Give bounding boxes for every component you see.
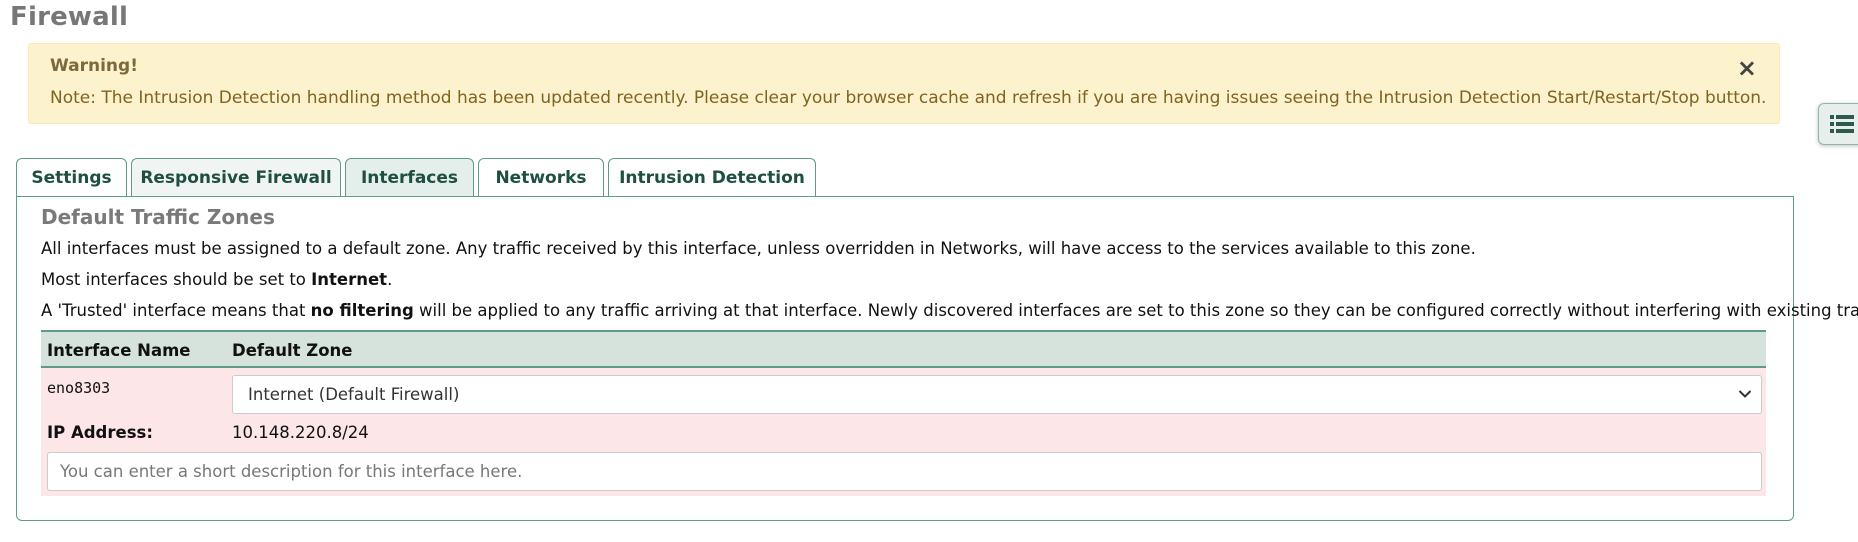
alert-message: Note: The Intrusion Detection handling m…: [50, 88, 1767, 108]
ip-address-label: IP Address:: [47, 423, 153, 442]
trusted-hint: A 'Trusted' interface means that no filt…: [41, 301, 1858, 320]
interface-name: eno8303: [47, 379, 111, 397]
page-title: Firewall: [10, 2, 129, 32]
default-zone-select[interactable]: Internet (Default Firewall): [232, 375, 1762, 414]
zones-description: All interfaces must be assigned to a def…: [41, 239, 1476, 258]
interfaces-panel: Default Traffic Zones All interfaces mus…: [16, 196, 1858, 521]
chevron-down-icon: [1738, 390, 1752, 398]
warning-alert: Warning! Note: The Intrusion Detection h…: [28, 43, 1780, 124]
internet-hint: Most interfaces should be set to Interne…: [41, 270, 393, 289]
tab-responsive-firewall[interactable]: Responsive Firewall: [131, 158, 341, 197]
table-row: eno8303 Internet (Default Firewall) IP A…: [41, 368, 1766, 496]
table-header: Interface Name Default Zone: [41, 330, 1766, 368]
interfaces-table: Interface Name Default Zone eno8303 Inte…: [41, 330, 1766, 496]
side-menu-toggle-button[interactable]: [1818, 103, 1858, 145]
list-icon: [1830, 115, 1854, 133]
zone-select-value: Internet (Default Firewall): [248, 385, 460, 404]
ip-address-value: 10.148.220.8/24: [232, 423, 369, 442]
tab-networks[interactable]: Networks: [478, 158, 604, 197]
header-interface-name: Interface Name: [47, 341, 191, 360]
header-default-zone: Default Zone: [232, 341, 353, 360]
interface-description-input[interactable]: [47, 452, 1762, 491]
section-title: Default Traffic Zones: [41, 205, 275, 229]
tab-settings[interactable]: Settings: [16, 158, 127, 197]
tab-interfaces[interactable]: Interfaces: [345, 158, 474, 197]
alert-close-icon[interactable]: ×: [1737, 56, 1757, 80]
firewall-page: Firewall Warning! Note: The Intrusion De…: [0, 0, 1858, 542]
alert-title: Warning!: [50, 56, 138, 76]
tab-intrusion-detection[interactable]: Intrusion Detection: [608, 158, 816, 197]
